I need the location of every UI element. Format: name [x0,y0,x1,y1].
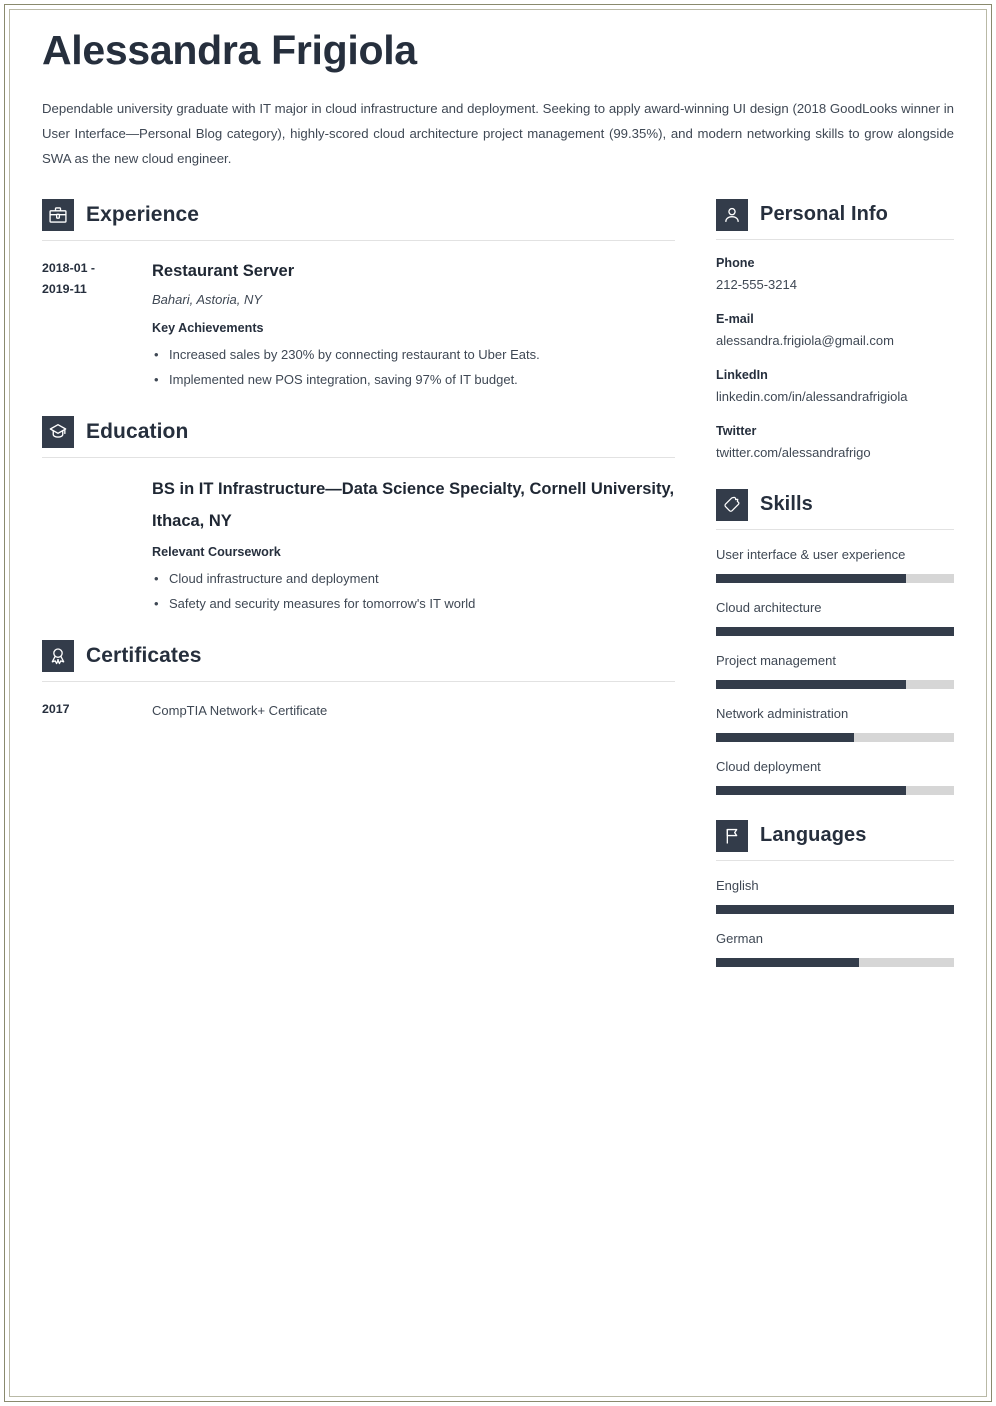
twitter-value[interactable]: twitter.com/alessandrafrigo [716,441,954,464]
section-experience: Experience 2018-01 - 2019-11 Restaurant … [42,198,675,392]
linkedin-label: LinkedIn [716,367,768,382]
section-education: Education BS in IT Infrastructure—Data S… [42,415,675,616]
education-entry-body: BS in IT Infrastructure—Data Science Spe… [152,473,675,616]
info-group-email: E-mail alessandra.frigiola@gmail.com [716,309,954,352]
candidate-name: Alessandra Frigiola [42,27,417,73]
skill-item: User interface & user experience [716,545,954,583]
relevant-coursework-label: Relevant Coursework [152,544,281,559]
skill-label: Cloud architecture [716,599,822,615]
graduation-cap-icon [42,415,74,448]
experience-date-line-2: 2019-11 [42,281,87,296]
main-column: Experience 2018-01 - 2019-11 Restaurant … [42,198,675,727]
skill-label: User interface & user experience [716,546,906,562]
person-icon [716,198,748,231]
language-item: English [716,876,954,914]
education-entry: BS in IT Infrastructure—Data Science Spe… [42,458,675,616]
info-group-phone: Phone 212-555-3214 [716,253,954,296]
skill-bar-fill [716,785,907,795]
puzzle-piece-icon [716,488,748,521]
languages-heading: Languages [716,819,954,861]
personal-info-title: Personal Info [760,203,888,226]
linkedin-value[interactable]: linkedin.com/in/alessandrafrigiola [716,385,954,408]
section-certificates: Certificates 2017 CompTIA Network+ Certi… [42,639,675,723]
language-bar-track [716,904,954,914]
email-label: E-mail [716,311,754,326]
resume-page: Alessandra Frigiola Dependable universit… [0,0,996,1406]
sidebar-column: Personal Info Phone 212-555-3214 E-mail … [716,198,954,969]
job-title: Restaurant Server [152,261,295,280]
email-value[interactable]: alessandra.frigiola@gmail.com [716,329,954,352]
skill-bar-fill [716,679,907,689]
skill-bar-track [716,785,954,795]
info-group-linkedin: LinkedIn linkedin.com/in/alessandrafrigi… [716,365,954,408]
skill-bar-fill [716,732,855,742]
skill-label: Project management [716,652,836,668]
key-achievements-label: Key Achievements [152,320,264,335]
resume-content: Alessandra Frigiola Dependable universit… [42,27,954,969]
list-item: Implemented new POS integration, saving … [152,367,675,392]
experience-entry: 2018-01 - 2019-11 Restaurant Server Baha… [42,241,675,392]
experience-date: 2018-01 - 2019-11 [42,256,152,300]
award-ribbon-icon [42,639,74,672]
experience-title: Experience [86,202,200,226]
certificate-entry: 2017 CompTIA Network+ Certificate [42,682,675,723]
degree-title: BS in IT Infrastructure—Data Science Spe… [152,479,675,530]
language-bar-fill [716,904,954,914]
experience-heading: Experience [42,198,675,241]
certificate-name: CompTIA Network+ Certificate [152,702,328,718]
skill-bar-fill [716,626,954,636]
skill-bar-track [716,732,954,742]
language-label: English [716,877,759,893]
language-item: German [716,929,954,967]
skills-title: Skills [760,493,813,516]
section-personal-info: Personal Info Phone 212-555-3214 E-mail … [716,198,954,464]
certificate-date: 2017 [42,701,70,716]
language-bar-fill [716,957,859,967]
skill-item: Cloud deployment [716,757,954,795]
personal-info-heading: Personal Info [716,198,954,240]
certificates-title: Certificates [86,643,202,667]
list-item: Cloud infrastructure and deployment [152,566,675,591]
skill-label: Cloud deployment [716,758,821,774]
section-languages: Languages English German [716,819,954,967]
education-date [42,473,152,475]
list-item: Safety and security measures for tomorro… [152,591,675,616]
education-title: Education [86,419,189,443]
skill-bar-fill [716,573,907,583]
skill-item: Project management [716,651,954,689]
skill-item: Cloud architecture [716,598,954,636]
languages-title: Languages [760,824,867,847]
education-heading: Education [42,415,675,458]
info-group-twitter: Twitter twitter.com/alessandrafrigo [716,421,954,464]
phone-value: 212-555-3214 [716,276,797,292]
skill-label: Network administration [716,705,849,721]
twitter-label: Twitter [716,423,757,438]
certificate-entry-body: CompTIA Network+ Certificate [152,697,675,723]
phone-label: Phone [716,255,755,270]
briefcase-icon [42,198,74,231]
body-columns: Experience 2018-01 - 2019-11 Restaurant … [42,198,954,969]
flag-icon [716,819,748,852]
skill-bar-track [716,679,954,689]
achievement-list: Increased sales by 230% by connecting re… [152,342,675,392]
company-location: Bahari, Astoria, NY [152,291,263,307]
skill-bar-track [716,573,954,583]
certificates-heading: Certificates [42,639,675,682]
experience-entry-body: Restaurant Server Bahari, Astoria, NY Ke… [152,256,675,392]
coursework-list: Cloud infrastructure and deployment Safe… [152,566,675,616]
professional-summary: Dependable university graduate with IT m… [42,100,954,166]
section-skills: Skills User interface & user experience … [716,488,954,795]
skill-bar-track [716,626,954,636]
skills-heading: Skills [716,488,954,530]
skill-item: Network administration [716,704,954,742]
list-item: Increased sales by 230% by connecting re… [152,342,675,367]
language-label: German [716,930,763,946]
experience-date-line-1: 2018-01 - [42,260,96,275]
language-bar-track [716,957,954,967]
